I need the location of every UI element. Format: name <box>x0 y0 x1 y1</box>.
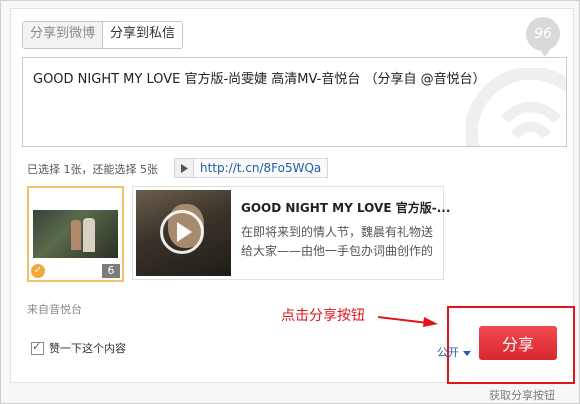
get-share-button-link[interactable]: 获取分享按钮 <box>489 387 555 403</box>
video-thumbnail <box>136 190 231 276</box>
share-textarea[interactable]: GOOD NIGHT MY LOVE 官方版-尚雯婕 高清MV-音悦台 （分享自… <box>22 57 567 147</box>
video-title: GOOD NIGHT MY LOVE 官方版-... <box>241 201 451 215</box>
red-arrow-icon <box>378 316 438 327</box>
video-description: 在即将来到的情人节，魏晨有礼物送给大家——由他一手包办词曲创作的 <box>241 225 434 258</box>
short-link-text[interactable]: http://t.cn/8Fo5WQa <box>194 161 327 175</box>
like-content-option[interactable]: 赞一下这个内容 <box>31 340 126 356</box>
selection-info: 已选择 1张，还能选择 5张 <box>27 163 158 176</box>
like-label: 赞一下这个内容 <box>49 342 126 355</box>
share-button[interactable]: 分享 <box>479 326 557 360</box>
image-count-badge: 6 <box>102 264 120 278</box>
share-tabs: 分享到微博 分享到私信 <box>22 21 184 49</box>
share-text: GOOD NIGHT MY LOVE 官方版-尚雯婕 高清MV-音悦台 （分享自… <box>33 72 486 87</box>
short-link[interactable]: http://t.cn/8Fo5WQa <box>174 158 329 178</box>
selected-thumbnail[interactable]: 6 ✓ <box>27 186 124 282</box>
play-circle-icon <box>160 210 204 254</box>
like-checkbox[interactable] <box>31 340 44 355</box>
source-label: 来自音悦台 <box>27 303 82 316</box>
yinyuetai-logo-icon <box>466 68 566 146</box>
video-card[interactable]: GOOD NIGHT MY LOVE 官方版-... 在即将来到的情人节，魏晨有… <box>132 186 450 280</box>
selected-check-icon: ✓ <box>31 264 45 278</box>
tab-share-to-weibo[interactable]: 分享到微博 <box>23 22 103 48</box>
character-counter: 96 <box>526 17 560 57</box>
tab-share-to-private-message[interactable]: 分享到私信 <box>102 22 183 48</box>
play-icon[interactable] <box>175 159 194 177</box>
annotation-text: 点击分享按钮 <box>281 308 365 324</box>
thumbnail-image <box>33 210 118 258</box>
share-dialog: 分享到微博 分享到私信 96 GOOD NIGHT MY LOVE 官方版-尚雯… <box>0 0 580 404</box>
